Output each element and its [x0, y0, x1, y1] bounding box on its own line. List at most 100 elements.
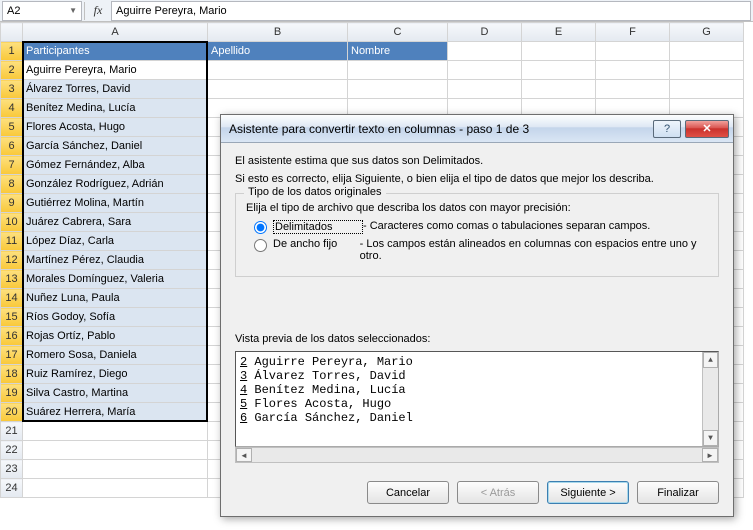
radio-delimited[interactable]	[254, 221, 267, 234]
row-header-21[interactable]: 21	[1, 422, 23, 441]
cell-A10[interactable]: Juárez Cabrera, Sara	[23, 213, 208, 232]
row-header-3[interactable]: 3	[1, 80, 23, 99]
row-header-2[interactable]: 2	[1, 61, 23, 80]
row-header-14[interactable]: 14	[1, 289, 23, 308]
cell-B1[interactable]: Apellido	[208, 42, 348, 61]
column-header-D[interactable]: D	[448, 23, 522, 42]
row-header-19[interactable]: 19	[1, 384, 23, 403]
row-header-22[interactable]: 22	[1, 441, 23, 460]
cell-A4[interactable]: Benítez Medina, Lucía	[23, 99, 208, 118]
cell-A23[interactable]	[23, 460, 208, 479]
next-button[interactable]: Siguiente >	[547, 481, 629, 504]
row-header-23[interactable]: 23	[1, 460, 23, 479]
cell-A11[interactable]: López Díaz, Carla	[23, 232, 208, 251]
cell-D2[interactable]	[448, 61, 522, 80]
scroll-right-icon[interactable]: ►	[702, 448, 718, 462]
cell-A12[interactable]: Martínez Pérez, Claudia	[23, 251, 208, 270]
radio-delimited-row[interactable]: Delimitados - Caracteres como comas o ta…	[254, 220, 708, 234]
cell-E1[interactable]	[522, 42, 596, 61]
column-header-F[interactable]: F	[596, 23, 670, 42]
column-header-G[interactable]: G	[670, 23, 744, 42]
cell-A15[interactable]: Ríos Godoy, Sofía	[23, 308, 208, 327]
cell-G3[interactable]	[670, 80, 744, 99]
row-header-17[interactable]: 17	[1, 346, 23, 365]
cell-A20[interactable]: Suárez Herrera, María	[23, 403, 208, 422]
row-header-13[interactable]: 13	[1, 270, 23, 289]
row-header-18[interactable]: 18	[1, 365, 23, 384]
row-header-16[interactable]: 16	[1, 327, 23, 346]
cell-A9[interactable]: Gutiérrez Molina, Martín	[23, 194, 208, 213]
column-header-E[interactable]: E	[522, 23, 596, 42]
cell-G1[interactable]	[670, 42, 744, 61]
cell-B3[interactable]	[208, 80, 348, 99]
cell-E2[interactable]	[522, 61, 596, 80]
dialog-titlebar[interactable]: Asistente para convertir texto en column…	[221, 115, 733, 143]
row-header-24[interactable]: 24	[1, 479, 23, 498]
row-header-12[interactable]: 12	[1, 251, 23, 270]
cell-D3[interactable]	[448, 80, 522, 99]
intro-text-2: Si esto es correcto, elija Siguiente, o …	[235, 173, 719, 185]
scroll-left-icon[interactable]: ◄	[236, 448, 252, 462]
row-header-10[interactable]: 10	[1, 213, 23, 232]
cell-A21[interactable]	[23, 422, 208, 441]
name-box[interactable]: A2 ▼	[2, 1, 82, 21]
row-header-20[interactable]: 20	[1, 403, 23, 422]
radio-fixedwidth-desc: - Los campos están alineados en columnas…	[360, 238, 708, 262]
preview-hscrollbar[interactable]: ◄ ►	[235, 447, 719, 463]
preview-line: 6 García Sánchez, Daniel	[240, 411, 714, 425]
cell-A13[interactable]: Morales Domínguez, Valeria	[23, 270, 208, 289]
cell-G2[interactable]	[670, 61, 744, 80]
cell-A17[interactable]: Romero Sosa, Daniela	[23, 346, 208, 365]
cell-A24[interactable]	[23, 479, 208, 498]
help-button[interactable]: ?	[653, 120, 681, 138]
cell-A18[interactable]: Ruiz Ramírez, Diego	[23, 365, 208, 384]
cell-A22[interactable]	[23, 441, 208, 460]
cell-A7[interactable]: Gómez Fernández, Alba	[23, 156, 208, 175]
radio-fixedwidth[interactable]	[254, 239, 267, 252]
row-header-5[interactable]: 5	[1, 118, 23, 137]
group-legend: Tipo de los datos originales	[244, 186, 386, 198]
cell-F3[interactable]	[596, 80, 670, 99]
finish-button[interactable]: Finalizar	[637, 481, 719, 504]
preview-vscrollbar[interactable]: ▲ ▼	[702, 352, 718, 446]
radio-fixedwidth-row[interactable]: De ancho fijo - Los campos están alinead…	[254, 238, 708, 262]
cell-F1[interactable]	[596, 42, 670, 61]
fx-icon[interactable]: fx	[87, 3, 109, 18]
cell-A1[interactable]: Participantes	[23, 42, 208, 61]
cell-E3[interactable]	[522, 80, 596, 99]
cell-C2[interactable]	[348, 61, 448, 80]
close-button[interactable]: ✕	[685, 120, 729, 138]
chevron-down-icon[interactable]: ▼	[69, 6, 77, 15]
cell-C3[interactable]	[348, 80, 448, 99]
row-header-4[interactable]: 4	[1, 99, 23, 118]
cell-A14[interactable]: Nuñez Luna, Paula	[23, 289, 208, 308]
row-header-8[interactable]: 8	[1, 175, 23, 194]
column-header-A[interactable]: A	[23, 23, 208, 42]
cell-D1[interactable]	[448, 42, 522, 61]
cell-A16[interactable]: Rojas Ortíz, Pablo	[23, 327, 208, 346]
scroll-down-icon[interactable]: ▼	[703, 430, 718, 446]
back-button[interactable]: < Atrás	[457, 481, 539, 504]
cell-A5[interactable]: Flores Acosta, Hugo	[23, 118, 208, 137]
cell-B2[interactable]	[208, 61, 348, 80]
cell-C1[interactable]: Nombre	[348, 42, 448, 61]
row-header-15[interactable]: 15	[1, 308, 23, 327]
formula-input[interactable]: Aguirre Pereyra, Mario	[111, 1, 751, 21]
row-header-9[interactable]: 9	[1, 194, 23, 213]
scroll-up-icon[interactable]: ▲	[703, 352, 718, 368]
cell-F2[interactable]	[596, 61, 670, 80]
radio-fixedwidth-label: De ancho fijo	[273, 238, 360, 250]
cancel-button[interactable]: Cancelar	[367, 481, 449, 504]
column-header-B[interactable]: B	[208, 23, 348, 42]
cell-A3[interactable]: Álvarez Torres, David	[23, 80, 208, 99]
cell-A6[interactable]: García Sánchez, Daniel	[23, 137, 208, 156]
row-header-11[interactable]: 11	[1, 232, 23, 251]
cell-A8[interactable]: González Rodríguez, Adrián	[23, 175, 208, 194]
select-all-corner[interactable]	[1, 23, 23, 42]
row-header-1[interactable]: 1	[1, 42, 23, 61]
column-header-C[interactable]: C	[348, 23, 448, 42]
cell-A19[interactable]: Silva Castro, Martina	[23, 384, 208, 403]
cell-A2[interactable]: Aguirre Pereyra, Mario	[23, 61, 208, 80]
row-header-6[interactable]: 6	[1, 137, 23, 156]
row-header-7[interactable]: 7	[1, 156, 23, 175]
